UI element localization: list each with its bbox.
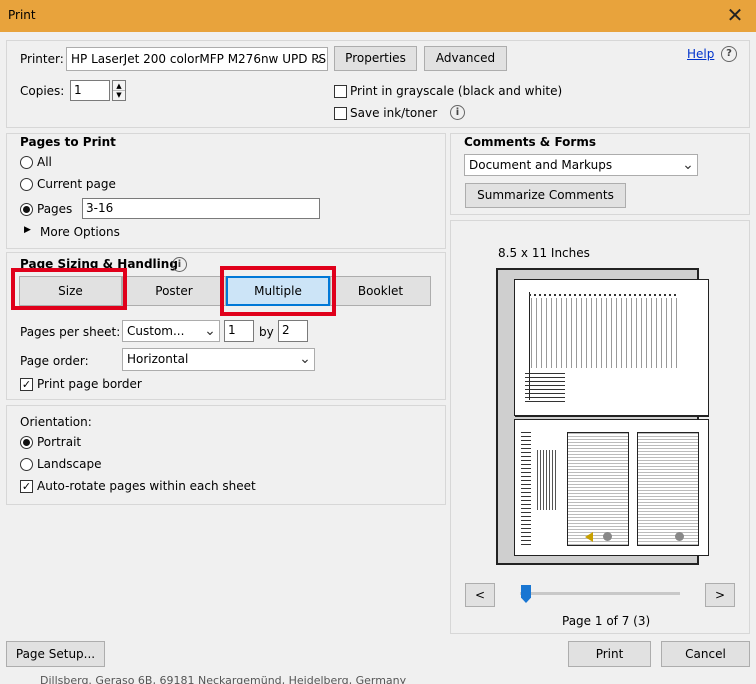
rows-input[interactable]: 2 — [278, 320, 308, 342]
by-label: by — [259, 325, 274, 339]
pages-per-sheet-label: Pages per sheet: — [20, 325, 121, 339]
save-ink-checkbox[interactable] — [334, 107, 347, 120]
page-status: Page 1 of 7 (3) — [562, 614, 651, 628]
columns-input[interactable]: 1 — [224, 320, 254, 342]
copies-stepper[interactable]: ▲ ▼ — [112, 80, 126, 101]
print-button[interactable]: Print — [568, 641, 651, 667]
all-radio[interactable] — [20, 156, 33, 169]
print-border-checkbox[interactable]: ✓ — [20, 378, 33, 391]
chevron-down-icon — [679, 155, 697, 175]
pages-per-sheet-select[interactable]: Custom... — [122, 320, 220, 342]
pages-to-print-header: Pages to Print — [20, 135, 116, 149]
portrait-radio[interactable] — [20, 436, 33, 449]
landscape-label: Landscape — [37, 457, 102, 471]
title-bar: Print ✕ — [0, 0, 756, 32]
page-setup-button[interactable]: Page Setup... — [6, 641, 105, 667]
highlight-box — [11, 268, 127, 310]
copies-input[interactable]: 1 — [70, 80, 110, 101]
pages-label: Pages — [37, 202, 73, 216]
chevron-down-icon — [296, 349, 314, 370]
save-ink-label: Save ink/toner — [350, 106, 438, 120]
info-icon[interactable]: i — [172, 257, 187, 272]
info-icon[interactable]: i — [450, 105, 465, 120]
comments-forms-value: Document and Markups — [469, 158, 613, 172]
circle-icon — [603, 532, 612, 541]
auto-rotate-checkbox[interactable]: ✓ — [20, 480, 33, 493]
copies-label: Copies: — [20, 84, 65, 98]
grayscale-label: Print in grayscale (black and white) — [350, 84, 563, 98]
advanced-button[interactable]: Advanced — [424, 46, 507, 71]
comments-forms-header: Comments & Forms — [464, 135, 596, 149]
highlight-box — [220, 266, 336, 316]
auto-rotate-label: Auto-rotate pages within each sheet — [37, 479, 256, 493]
chevron-down-icon — [309, 48, 327, 70]
window-title: Print — [8, 8, 36, 22]
tab-booklet[interactable]: Booklet — [330, 276, 431, 306]
pages-range-input[interactable]: 3-16 — [82, 198, 320, 219]
portrait-label: Portrait — [37, 435, 82, 449]
tab-poster[interactable]: Poster — [122, 276, 226, 306]
landscape-radio[interactable] — [20, 458, 33, 471]
page-order-value: Horizontal — [127, 352, 189, 366]
pages-radio[interactable] — [20, 203, 33, 216]
properties-button[interactable]: Properties — [334, 46, 417, 71]
expand-icon[interactable]: ▶ — [24, 225, 31, 235]
stepper-down-icon[interactable]: ▼ — [113, 91, 125, 100]
page-order-label: Page order: — [20, 354, 89, 368]
comments-forms-select[interactable]: Document and Markups — [464, 154, 698, 176]
printer-label: Printer: — [20, 52, 64, 66]
preview-page-2 — [514, 419, 709, 556]
summarize-comments-button[interactable]: Summarize Comments — [465, 183, 626, 208]
more-options-toggle[interactable]: More Options — [40, 225, 120, 239]
help-icon[interactable]: ? — [721, 46, 737, 62]
page-slider[interactable] — [520, 592, 680, 595]
chevron-down-icon — [201, 321, 219, 341]
circle-icon — [675, 532, 684, 541]
page-order-select[interactable]: Horizontal — [122, 348, 315, 371]
current-page-radio[interactable] — [20, 178, 33, 191]
prev-page-button[interactable]: < — [465, 583, 495, 607]
printer-select[interactable]: HP LaserJet 200 colorMFP M276nw UPD PS — [66, 47, 328, 71]
next-page-button[interactable]: > — [705, 583, 735, 607]
orientation-header: Orientation: — [20, 415, 92, 429]
grayscale-checkbox[interactable] — [334, 85, 347, 98]
paper-size-label: 8.5 x 11 Inches — [498, 246, 590, 260]
stepper-up-icon[interactable]: ▲ — [113, 81, 125, 91]
print-border-label: Print page border — [37, 377, 142, 391]
printer-select-value: HP LaserJet 200 colorMFP M276nw UPD PS — [71, 52, 327, 66]
current-page-label: Current page — [37, 177, 116, 191]
cancel-button[interactable]: Cancel — [661, 641, 750, 667]
preview-page-1 — [514, 279, 709, 416]
background-text: Dillsberg. Geraso 6B, 69181 Neckargemünd… — [40, 674, 407, 684]
arrow-left-icon — [585, 532, 593, 542]
help-link[interactable]: Help — [687, 47, 714, 61]
pages-per-sheet-value: Custom... — [127, 324, 185, 338]
all-label: All — [37, 155, 52, 169]
close-icon[interactable]: ✕ — [720, 2, 750, 28]
